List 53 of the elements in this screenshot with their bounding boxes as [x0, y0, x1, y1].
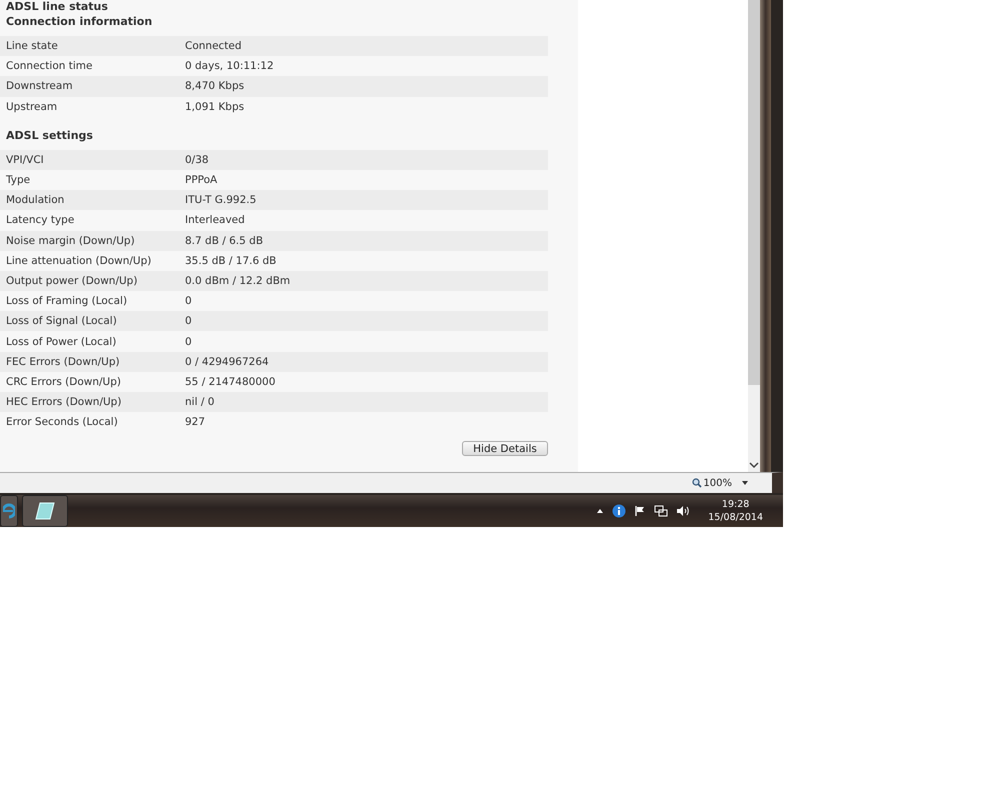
- row-label: Downstream: [5, 80, 74, 92]
- row-label: CRC Errors (Down/Up): [5, 376, 122, 388]
- row-value: 0.0 dBm / 12.2 dBm: [185, 274, 290, 287]
- network-icon[interactable]: [654, 505, 668, 517]
- row-value: 8,470 Kbps: [185, 80, 244, 92]
- app-taskbar-button[interactable]: [22, 495, 68, 527]
- row-value: 0 / 4294967264: [185, 356, 269, 368]
- row-label: Line attenuation (Down/Up): [5, 254, 152, 267]
- row-value: Connected: [185, 40, 242, 52]
- row-label: Latency type: [5, 214, 76, 226]
- up-arrow-icon[interactable]: [596, 508, 604, 514]
- row-value: ITU-T G.992.5: [185, 194, 256, 206]
- row-value: PPPoA: [185, 174, 218, 186]
- zoom-icon[interactable]: [692, 478, 702, 488]
- row-label: Loss of Signal (Local): [5, 315, 118, 328]
- row-value: 8.7 dB / 6.5 dB: [185, 234, 264, 247]
- zoom-level[interactable]: 100%: [703, 478, 732, 488]
- row-label: Error Seconds (Local): [5, 416, 119, 428]
- section-heading: ADSL settings: [5, 128, 94, 144]
- row-value: 0 days, 10:11:12: [185, 60, 274, 72]
- row-value: 0: [185, 315, 192, 328]
- row-value: 0: [185, 295, 192, 308]
- row-label: VPI/VCI: [5, 154, 45, 166]
- clock-time[interactable]: 19:28: [722, 498, 750, 511]
- row-label: Noise margin (Down/Up): [5, 234, 136, 247]
- page-title: ADSL line status: [5, 0, 109, 13]
- speaker-icon[interactable]: [676, 505, 690, 517]
- row-value: 55 / 2147480000: [185, 376, 276, 388]
- row-value: 0: [185, 336, 192, 348]
- row-label: Loss of Power (Local): [5, 336, 118, 348]
- row-value: 35.5 dB / 17.6 dB: [185, 254, 276, 267]
- row-label: HEC Errors (Down/Up): [5, 396, 122, 408]
- browser-taskbar-button[interactable]: [0, 495, 18, 527]
- row-label: Loss of Framing (Local): [5, 295, 128, 308]
- row-label: Modulation: [5, 194, 66, 206]
- row-label: Upstream: [5, 100, 58, 113]
- row-label: Line state: [5, 40, 59, 52]
- row-value: 1,091 Kbps: [185, 100, 244, 113]
- row-value: nil / 0: [185, 396, 214, 408]
- scrollbar[interactable]: [748, 0, 760, 472]
- row-value: 927: [185, 416, 206, 428]
- row-value: Interleaved: [185, 214, 245, 226]
- row-label: Connection time: [5, 60, 94, 72]
- info-icon[interactable]: [612, 504, 626, 518]
- row-label: Output power (Down/Up): [5, 274, 138, 287]
- flag-icon[interactable]: [634, 505, 646, 517]
- section-heading: Connection information: [5, 14, 154, 30]
- row-label: FEC Errors (Down/Up): [5, 356, 121, 368]
- hide-details-button[interactable]: Hide Details: [462, 441, 548, 456]
- clock-date[interactable]: 15/08/2014: [708, 511, 763, 524]
- row-value: 0/38: [185, 154, 209, 166]
- row-label: Type: [5, 174, 32, 186]
- notepad-icon: [34, 501, 56, 521]
